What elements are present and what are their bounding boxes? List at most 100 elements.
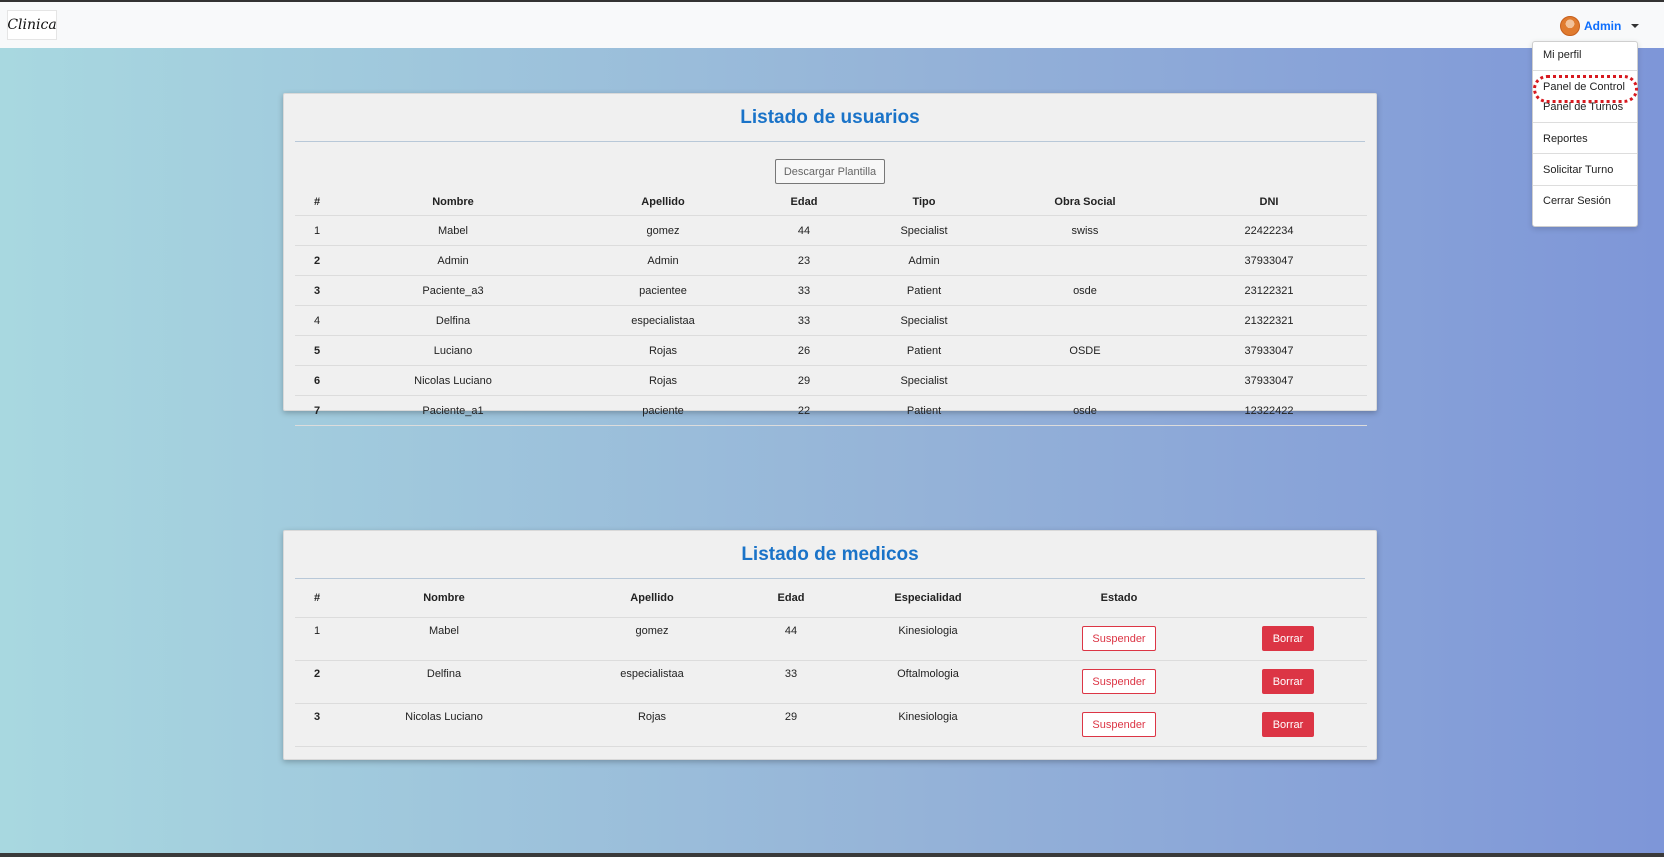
download-template-button[interactable]: Descargar Plantilla bbox=[774, 159, 886, 184]
cell-obra-social: osde bbox=[999, 395, 1171, 426]
cell-apellido: Rojas bbox=[567, 335, 759, 366]
cell-edad: 44 bbox=[755, 617, 827, 661]
cell-edad: 23 bbox=[759, 245, 849, 276]
cell-nombre: Nicolas Luciano bbox=[339, 365, 567, 396]
users-table: # Nombre Apellido Edad Tipo Obra Social … bbox=[295, 188, 1367, 426]
user-menu-toggle[interactable]: Admin bbox=[1560, 15, 1640, 37]
logo[interactable]: Clinica bbox=[7, 10, 57, 40]
cell-obra-social bbox=[999, 245, 1171, 276]
column-header: Nombre bbox=[423, 592, 465, 604]
cell-estado: Suspender bbox=[1029, 660, 1209, 704]
cell-especialidad: Oftalmologia bbox=[827, 660, 1029, 704]
table-header: # Nombre Apellido Edad Especialidad Esta… bbox=[295, 579, 1367, 618]
menu-item-reportes[interactable]: Reportes bbox=[1543, 133, 1588, 145]
cell-apellido: Rojas bbox=[549, 703, 755, 747]
doctors-card: Listado de medicos # Nombre Apellido Eda… bbox=[283, 530, 1377, 760]
cell-edad: 29 bbox=[755, 703, 827, 747]
cell-obra-social: OSDE bbox=[999, 335, 1171, 366]
cell-tipo: Patient bbox=[849, 395, 999, 426]
cell-edad: 22 bbox=[759, 395, 849, 426]
cell-dni: 23122321 bbox=[1171, 275, 1367, 306]
cell-dni: 37933047 bbox=[1171, 365, 1367, 396]
cell-dni: 12322422 bbox=[1171, 395, 1367, 426]
cell-apellido: gomez bbox=[549, 617, 755, 661]
suspend-button[interactable]: Suspender bbox=[1082, 669, 1156, 694]
cell-apellido: Rojas bbox=[567, 365, 759, 396]
cell-nombre: Delfina bbox=[339, 660, 549, 704]
cell-nombre: Delfina bbox=[339, 305, 567, 336]
cell-index: 2 bbox=[295, 245, 339, 276]
main-content: Listado de usuarios Descargar Plantilla … bbox=[0, 48, 1664, 853]
avatar-icon bbox=[1560, 16, 1580, 36]
cell-apellido: especialistaa bbox=[567, 305, 759, 336]
doctors-title: Listado de medicos bbox=[741, 544, 919, 565]
column-header: Tipo bbox=[912, 195, 936, 208]
table-row: 2 Admin Admin 23 Admin 37933047 bbox=[295, 245, 1367, 276]
cell-especialidad: Kinesiologia bbox=[827, 703, 1029, 747]
cell-obra-social: osde bbox=[999, 275, 1171, 306]
menu-item-panel-de-control[interactable]: Panel de Control bbox=[1543, 81, 1625, 93]
cell-edad: 44 bbox=[759, 215, 849, 246]
cell-nombre: Admin bbox=[339, 245, 567, 276]
users-title: Listado de usuarios bbox=[740, 107, 920, 128]
table-row: 4 Delfina especialistaa 33 Specialist 21… bbox=[295, 305, 1367, 336]
cell-dni: 21322321 bbox=[1171, 305, 1367, 336]
cell-especialidad: Kinesiologia bbox=[827, 617, 1029, 661]
cell-dni: 22422234 bbox=[1171, 215, 1367, 246]
menu-item-mi-perfil[interactable]: Mi perfil bbox=[1543, 49, 1582, 61]
cell-edad: 29 bbox=[759, 365, 849, 396]
menu-divider bbox=[1533, 153, 1637, 154]
user-name: Admin bbox=[1584, 19, 1622, 33]
menu-item-solicitar-turno[interactable]: Solicitar Turno bbox=[1543, 164, 1613, 176]
cell-index: 1 bbox=[295, 617, 339, 661]
cell-index: 6 bbox=[295, 365, 339, 396]
cell-apellido: gomez bbox=[567, 215, 759, 246]
bottom-bar bbox=[0, 853, 1664, 857]
cell-obra-social bbox=[999, 305, 1171, 336]
cell-apellido: especialistaa bbox=[549, 660, 755, 704]
caret-down-icon bbox=[1631, 24, 1640, 28]
cell-nombre: Paciente_a3 bbox=[339, 275, 567, 306]
table-row: 3 Nicolas Luciano Rojas 29 Kinesiologia … bbox=[295, 703, 1367, 747]
cell-actions: Borrar bbox=[1209, 617, 1367, 661]
cell-tipo: Admin bbox=[849, 245, 999, 276]
menu-divider bbox=[1533, 122, 1637, 123]
delete-button[interactable]: Borrar bbox=[1261, 626, 1315, 651]
cell-actions: Borrar bbox=[1209, 703, 1367, 747]
cell-tipo: Specialist bbox=[849, 305, 999, 336]
navbar: Clinica Admin bbox=[0, 0, 1664, 48]
suspend-button[interactable]: Suspender bbox=[1082, 712, 1156, 737]
menu-item-cerrar-sesion[interactable]: Cerrar Sesión bbox=[1543, 195, 1611, 207]
cell-tipo: Specialist bbox=[849, 215, 999, 246]
column-header: DNI bbox=[1259, 195, 1279, 208]
table-row: 3 Paciente_a3 pacientee 33 Patient osde … bbox=[295, 275, 1367, 306]
cell-edad: 33 bbox=[759, 275, 849, 306]
table-row: 2 Delfina especialistaa 33 Oftalmologia … bbox=[295, 660, 1367, 704]
user-dropdown-menu: Mi perfil Panel de Control Panel de Turn… bbox=[1532, 41, 1638, 227]
table-row: 1 Mabel gomez 44 Kinesiologia Suspender … bbox=[295, 617, 1367, 661]
table-row: 7 Paciente_a1 paciente 22 Patient osde 1… bbox=[295, 395, 1367, 426]
column-header: Nombre bbox=[432, 195, 474, 208]
cell-nombre: Nicolas Luciano bbox=[339, 703, 549, 747]
table-row: 5 Luciano Rojas 26 Patient OSDE 37933047 bbox=[295, 335, 1367, 366]
suspend-button[interactable]: Suspender bbox=[1082, 626, 1156, 651]
delete-button[interactable]: Borrar bbox=[1261, 712, 1315, 737]
cell-tipo: Specialist bbox=[849, 365, 999, 396]
menu-divider bbox=[1533, 70, 1637, 71]
table-row: 6 Nicolas Luciano Rojas 29 Specialist 37… bbox=[295, 365, 1367, 396]
column-header: Apellido bbox=[630, 592, 674, 604]
cell-index: 3 bbox=[295, 275, 339, 306]
column-header: Edad bbox=[777, 592, 805, 604]
menu-item-panel-de-turnos[interactable]: Panel de Turnos bbox=[1543, 101, 1623, 113]
column-header bbox=[1209, 579, 1367, 618]
cell-estado: Suspender bbox=[1029, 703, 1209, 747]
menu-divider bbox=[1533, 185, 1637, 186]
column-header: # bbox=[313, 592, 321, 604]
delete-button[interactable]: Borrar bbox=[1261, 669, 1315, 694]
cell-index: 1 bbox=[295, 215, 339, 246]
column-header: Especialidad bbox=[894, 592, 962, 604]
cell-apellido: paciente bbox=[567, 395, 759, 426]
cell-actions: Borrar bbox=[1209, 660, 1367, 704]
cell-index: 2 bbox=[295, 660, 339, 704]
cell-edad: 33 bbox=[759, 305, 849, 336]
